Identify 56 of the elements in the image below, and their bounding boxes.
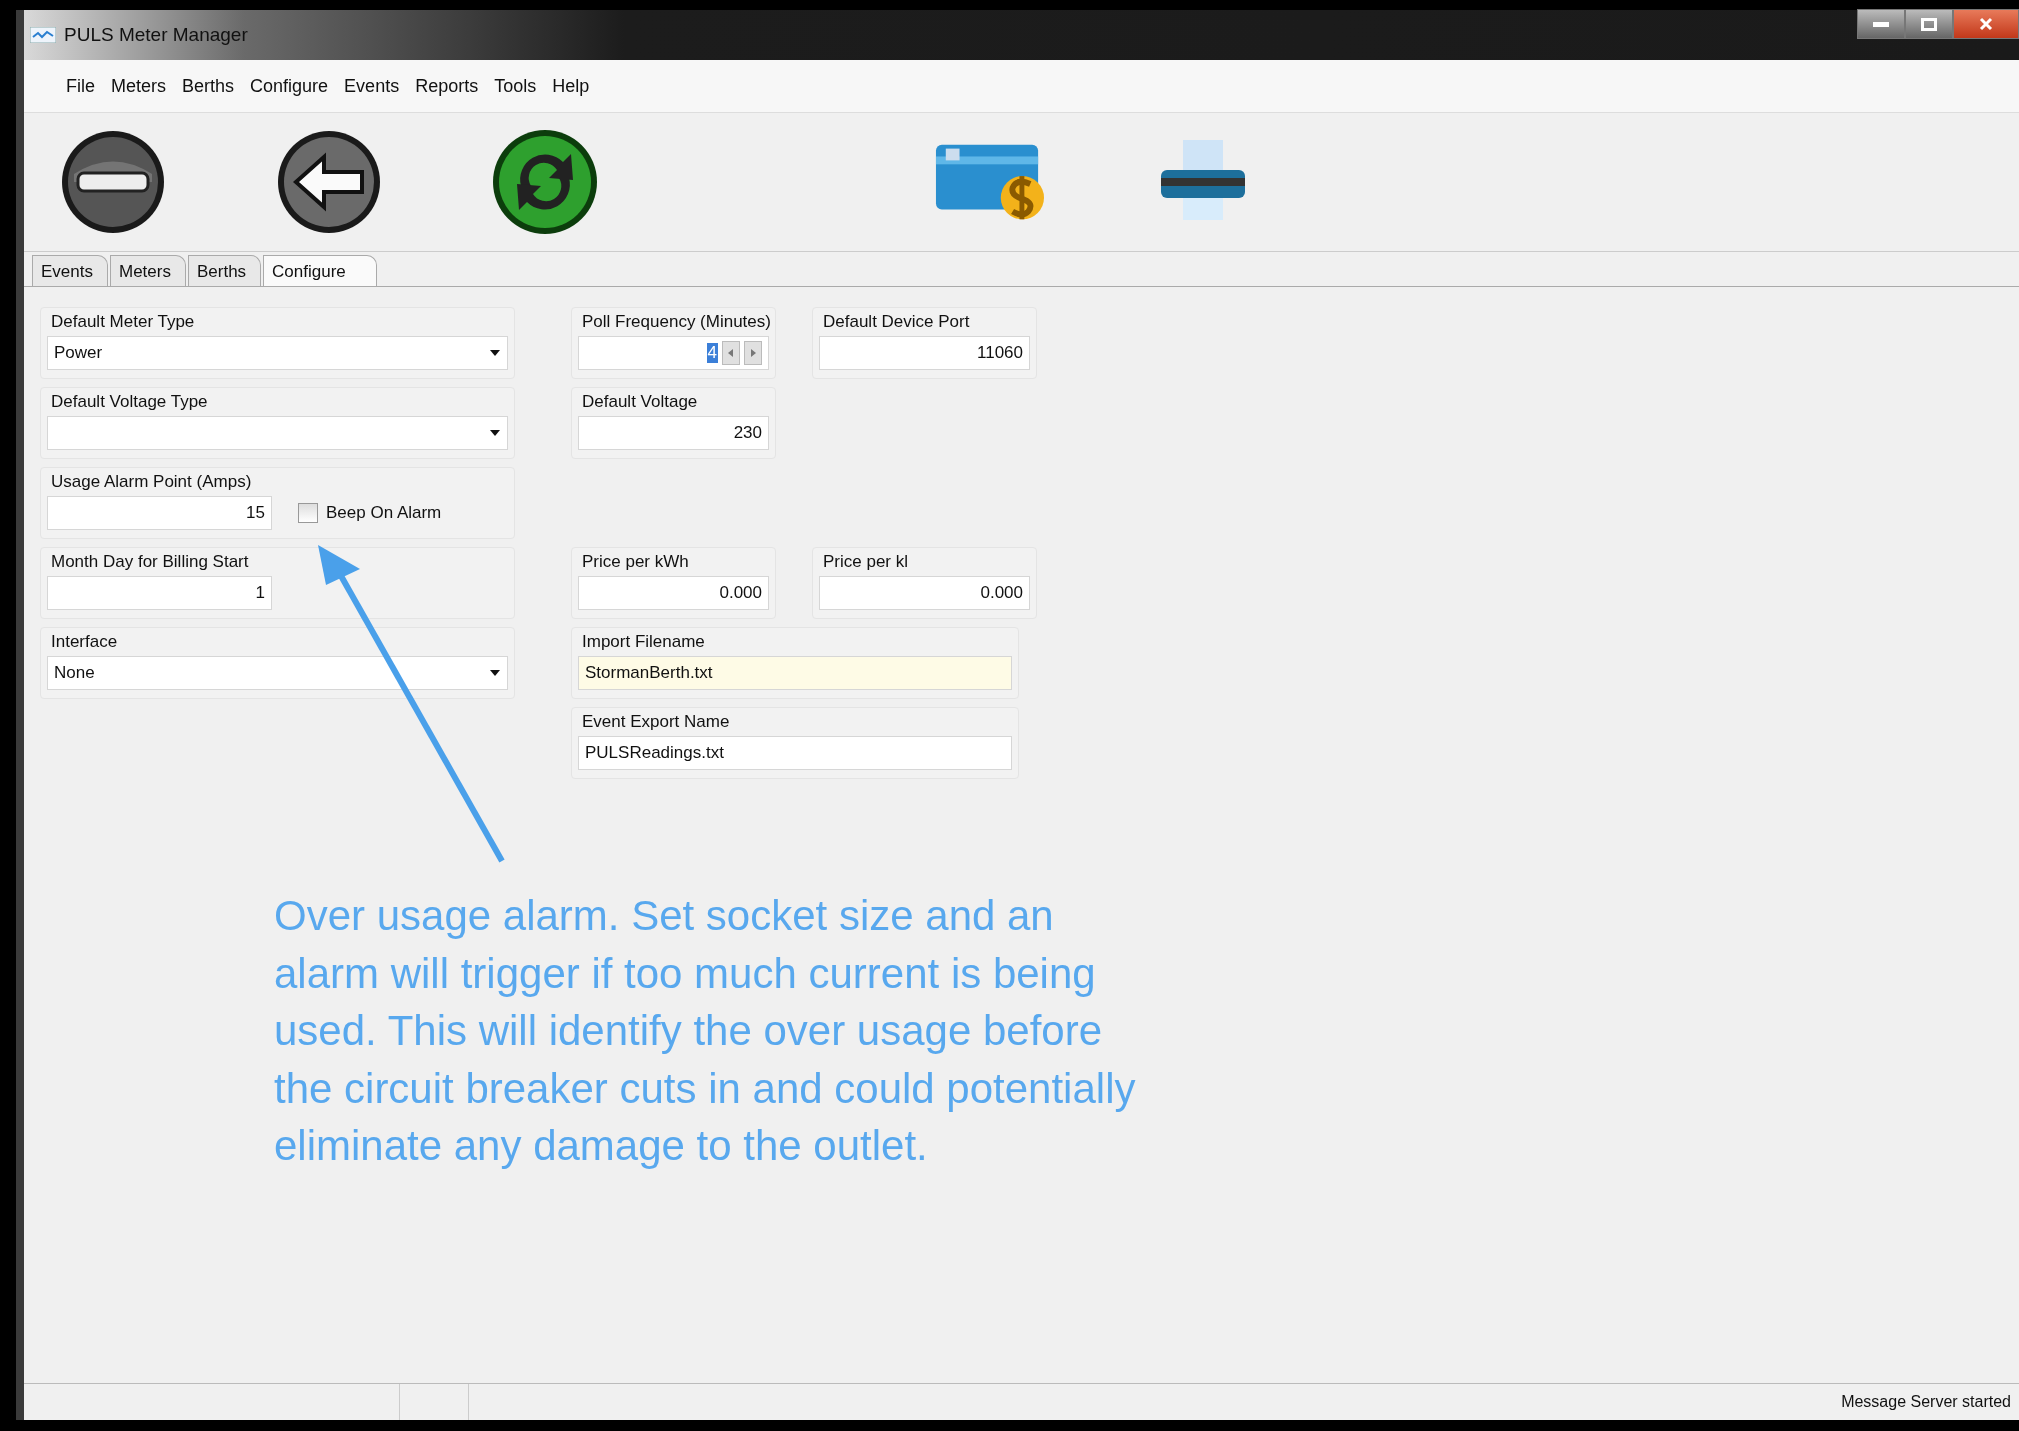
close-button[interactable] bbox=[1953, 9, 2019, 39]
input-field[interactable]: 11060 bbox=[819, 336, 1030, 370]
dropdown-arrow-icon bbox=[489, 669, 501, 677]
field-label: Poll Frequency (Minutes) bbox=[582, 312, 769, 332]
spin-left-button[interactable] bbox=[722, 341, 740, 365]
input-field[interactable]: 0.000 bbox=[819, 576, 1030, 610]
field-label: Default Meter Type bbox=[51, 312, 196, 332]
menu-item[interactable]: Reports bbox=[409, 73, 485, 99]
spin-right-button[interactable] bbox=[744, 341, 762, 365]
menu-item[interactable]: Help bbox=[546, 73, 596, 99]
field-label: Usage Alarm Point (Amps) bbox=[51, 472, 253, 492]
spin-field[interactable]: 4 bbox=[578, 336, 769, 370]
field-label: Import Filename bbox=[582, 632, 706, 652]
dropdown-arrow-icon bbox=[489, 429, 501, 437]
menu-item[interactable]: Configure bbox=[244, 73, 335, 99]
field-label: Price per kl bbox=[823, 552, 910, 572]
menu-item[interactable]: File bbox=[60, 73, 101, 99]
annotation-text: Over usage alarm. Set socket size and an alarm will trigger if too much current is being used. This will identify the over usage before the circuit breaker cuts in and could potentially eliminate any damage to the outlet. bbox=[274, 891, 1137, 1171]
menu-item[interactable]: Meters bbox=[105, 73, 173, 99]
input-field[interactable]: 0.000 bbox=[578, 576, 769, 610]
input-field[interactable]: PULSReadings.txt bbox=[578, 736, 1012, 770]
menu-item[interactable]: Berths bbox=[176, 73, 241, 99]
input-field[interactable]: 15 bbox=[47, 496, 272, 530]
dropdown[interactable]: None bbox=[47, 656, 508, 690]
tab[interactable]: Configure bbox=[263, 255, 377, 286]
tab[interactable]: Events bbox=[32, 255, 108, 286]
field-label: Default Voltage Type bbox=[51, 392, 209, 412]
minus-icon[interactable] bbox=[60, 129, 166, 235]
close-icon bbox=[1979, 17, 1993, 31]
input-field[interactable]: 230 bbox=[578, 416, 769, 450]
field-label: Month Day for Billing Start bbox=[51, 552, 250, 572]
tab[interactable]: Berths bbox=[187, 255, 262, 286]
window-title: PULS Meter Manager bbox=[64, 24, 248, 46]
minimize-icon bbox=[1873, 21, 1889, 27]
status-message: Message Server started bbox=[1841, 1393, 2012, 1411]
menu-item[interactable]: Events bbox=[338, 73, 406, 99]
dropdown[interactable]: Power bbox=[47, 336, 508, 370]
field-label: Default Voltage bbox=[582, 392, 699, 412]
field-label: Price per kWh bbox=[582, 552, 690, 572]
checkbox-label: Beep On Alarm bbox=[326, 503, 442, 523]
refresh-icon[interactable] bbox=[491, 128, 599, 236]
checkbox[interactable] bbox=[298, 503, 318, 523]
menu-item[interactable]: Tools bbox=[488, 73, 543, 99]
maximize-button[interactable] bbox=[1905, 9, 1953, 39]
left-triangle-icon bbox=[728, 349, 734, 357]
field-label: Default Device Port bbox=[823, 312, 971, 332]
maximize-icon bbox=[1921, 17, 1937, 31]
right-triangle-icon bbox=[750, 349, 756, 357]
minimize-button[interactable] bbox=[1857, 9, 1905, 39]
app-icon bbox=[30, 27, 56, 43]
dropdown-arrow-icon bbox=[489, 349, 501, 357]
field-label: Event Export Name bbox=[582, 712, 731, 732]
field-label: Interface bbox=[51, 632, 119, 652]
tab[interactable]: Meters bbox=[110, 255, 186, 286]
input-field[interactable]: 1 bbox=[47, 576, 272, 610]
input-field[interactable]: StormanBerth.txt bbox=[578, 656, 1012, 690]
